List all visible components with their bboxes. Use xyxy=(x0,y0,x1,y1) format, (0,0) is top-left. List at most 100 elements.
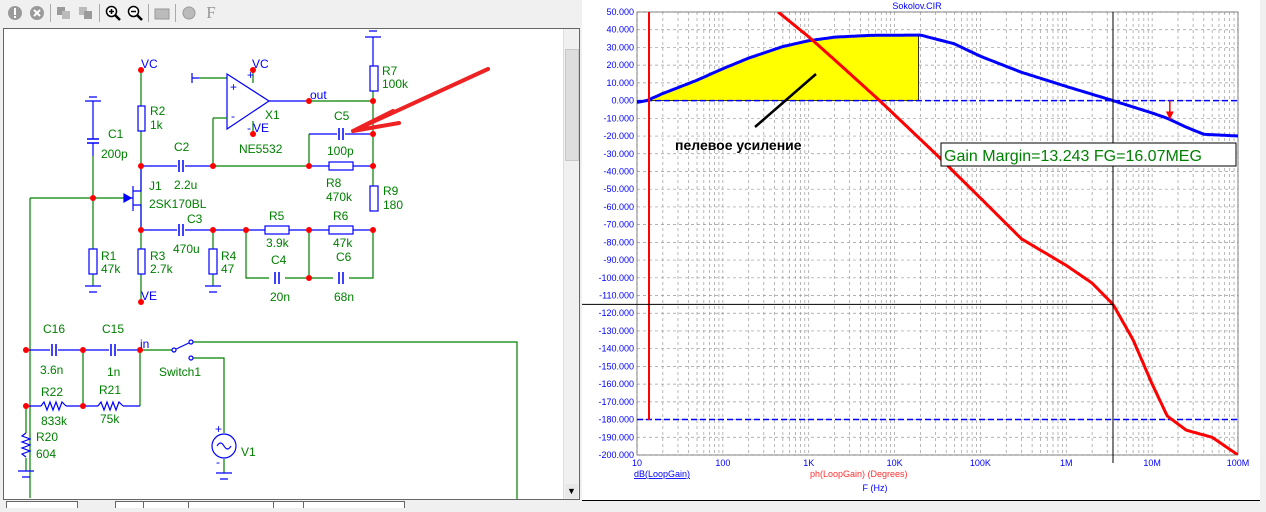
part-value-c6: 68n xyxy=(334,290,354,304)
y-tick-label: -150.000 xyxy=(598,361,634,371)
part-name-r4: R4 xyxy=(221,249,237,263)
net-label-ve: VE xyxy=(141,289,157,303)
y-tick-label: -130.000 xyxy=(598,326,634,336)
part-value-j1: 2SK170BL xyxy=(149,197,207,211)
part-name-r7: R7 xyxy=(382,64,398,78)
part-value-c5: 100p xyxy=(327,144,354,158)
part-name-c15: C15 xyxy=(102,322,124,336)
y-tick-label: -50.000 xyxy=(603,184,634,194)
y-tick-label: -70.000 xyxy=(603,220,634,230)
part-name-c1: C1 xyxy=(108,127,124,141)
y-tick-label: -190.000 xyxy=(598,432,634,442)
part-value-c2: 2.2u xyxy=(174,178,197,192)
part-value-r8: 470k xyxy=(326,190,353,204)
x-tick-label: 100 xyxy=(715,458,730,468)
copy-icon[interactable] xyxy=(55,4,73,22)
part-value-c1: 200p xyxy=(101,147,128,161)
bode-plot-panel[interactable]: Sokolov.CIR 50.000 40.000 30.000 20.000 10.0… xyxy=(582,0,1266,507)
x-tick-label: 10K xyxy=(887,458,903,468)
toolbar-separator xyxy=(50,4,51,22)
x-tick-label: 1K xyxy=(803,458,814,468)
x-tick-label: 10M xyxy=(1143,458,1161,468)
y-tick-label: -60.000 xyxy=(603,202,634,212)
x-tick-label: 10 xyxy=(632,458,642,468)
y-tick-label: -120.000 xyxy=(598,308,634,318)
zoom-in-icon[interactable] xyxy=(104,4,122,22)
part-name-r9: R9 xyxy=(383,184,399,198)
globe-icon[interactable] xyxy=(180,4,198,22)
part-name-c6: C6 xyxy=(336,250,352,264)
sheet-tabs xyxy=(0,500,582,508)
part-name-c5: C5 xyxy=(334,109,350,123)
toolbar-separator xyxy=(148,4,149,22)
toolbar: F xyxy=(0,0,582,26)
part-value-x1: NE5532 xyxy=(239,142,283,156)
wires xyxy=(25,70,518,499)
part-value-r7: 100k xyxy=(382,77,409,91)
opamp-plus-sign: + xyxy=(247,68,254,82)
y-tick-label: -140.000 xyxy=(598,344,634,354)
y-tick-label: -90.000 xyxy=(603,255,634,265)
y-tick-label: 50.000 xyxy=(606,7,634,17)
part-name-switch1: Switch1 xyxy=(159,365,201,379)
schematic-editor[interactable]: VC VC VE VE out in + + - - + - C1 200p R… xyxy=(3,28,580,500)
y-tick-label: -40.000 xyxy=(603,166,634,176)
toolbar-separator xyxy=(175,4,176,22)
font-icon[interactable]: F xyxy=(202,3,220,22)
part-name-j1: J1 xyxy=(149,179,162,193)
part-value-r21: 75k xyxy=(100,412,120,426)
net-label-vc: VC xyxy=(252,57,269,71)
part-name-r20: R20 xyxy=(36,430,58,444)
part-name-r1: R1 xyxy=(101,249,117,263)
opamp-input-plus: + xyxy=(230,80,237,94)
opamp-minus-sign: - xyxy=(247,121,251,135)
v1-plus: + xyxy=(215,422,222,436)
bode-plot: Sokolov.CIR 50.000 40.000 30.000 20.000 10.0… xyxy=(582,1,1250,493)
y-tick-label: -170.000 xyxy=(598,397,634,407)
part-value-c15: 1n xyxy=(107,365,120,379)
part-value-r20: 604 xyxy=(36,447,56,461)
y-tick-label: 0.000 xyxy=(611,96,634,106)
schematic-diagram: VC VC VE VE out in + + - - + - C1 200p R… xyxy=(18,30,518,499)
stop-icon[interactable] xyxy=(28,4,46,22)
part-value-c3: 470u xyxy=(173,242,200,256)
part-name-c4: C4 xyxy=(271,253,287,267)
zoom-out-icon[interactable] xyxy=(126,4,144,22)
y-tick-label: 40.000 xyxy=(606,25,634,35)
legend-phase[interactable]: ph(LoopGain) (Degrees) xyxy=(810,469,908,479)
x-tick-label: 100M xyxy=(1227,458,1250,468)
y-tick-label: 10.000 xyxy=(606,78,634,88)
part-name-r21: R21 xyxy=(99,383,121,397)
legend-gain[interactable]: dB(LoopGain) xyxy=(634,469,690,479)
part-value-r4: 47 xyxy=(221,262,235,276)
v1-minus: - xyxy=(216,455,220,469)
part-name-r8: R8 xyxy=(326,176,342,190)
part-value-r9: 180 xyxy=(383,198,403,212)
net-label-vc: VC xyxy=(141,57,158,71)
y-tick-label: -200.000 xyxy=(598,450,634,460)
part-value-r2: 1k xyxy=(150,118,164,132)
schematic-vertical-scrollbar[interactable]: ▼ xyxy=(563,29,579,499)
y-tick-label: -160.000 xyxy=(598,379,634,389)
scrollbar-thumb[interactable] xyxy=(565,49,579,161)
part-value-r1: 47k xyxy=(101,262,121,276)
y-tick-label: 20.000 xyxy=(606,60,634,70)
paste-icon[interactable] xyxy=(77,4,95,22)
warning-icon[interactable] xyxy=(6,4,24,22)
part-name-r5: R5 xyxy=(269,209,285,223)
chart-bottom-bar xyxy=(582,500,1260,507)
part-name-r3: R3 xyxy=(150,249,166,263)
scroll-down-arrow[interactable]: ▼ xyxy=(565,484,578,498)
part-value-r3: 2.7k xyxy=(150,262,174,276)
y-tick-label: 30.000 xyxy=(606,42,634,52)
x-axis-label: F (Hz) xyxy=(863,483,888,493)
chart-title: Sokolov.CIR xyxy=(892,1,942,11)
gain-margin-label: Gain Margin=13.243 FG=16.07MEG xyxy=(944,148,1202,165)
x-tick-label: 1M xyxy=(1060,458,1073,468)
part-name-x1: X1 xyxy=(265,108,280,122)
folder-icon[interactable] xyxy=(153,4,171,22)
y-tick-label: -80.000 xyxy=(603,237,634,247)
toolbar-separator xyxy=(99,4,100,22)
y-tick-label: -30.000 xyxy=(603,149,634,159)
part-name-v1: V1 xyxy=(241,445,256,459)
